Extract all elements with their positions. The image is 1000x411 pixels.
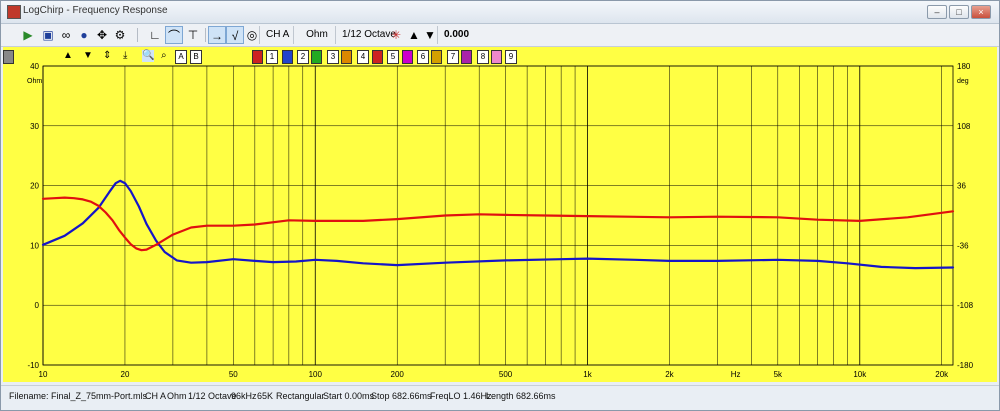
trace-button-9[interactable]: 9 — [505, 50, 517, 64]
maximize-button[interactable]: □ — [949, 5, 969, 19]
y-left-tick-label: -10 — [27, 361, 39, 370]
trace-button-6[interactable]: 6 — [417, 50, 429, 64]
title-bar: LogChirp - Frequency Response – □ × — [1, 1, 999, 24]
status-start: Start 0.00ms — [323, 391, 375, 401]
y-right-tick-label: 108 — [957, 122, 971, 131]
trace-color-swatch[interactable] — [252, 50, 263, 64]
triangle-up-icon[interactable]: ▲ — [63, 50, 73, 62]
trace-button-1[interactable]: 1 — [266, 50, 278, 64]
trace-button-7[interactable]: 7 — [447, 50, 459, 64]
app-window: LogChirp - Frequency Response – □ × ▶ ▣ … — [0, 0, 1000, 411]
trace-button-2[interactable]: 2 — [297, 50, 309, 64]
close-button[interactable]: × — [971, 5, 991, 19]
trace-button-3[interactable]: 3 — [327, 50, 339, 64]
save-icon[interactable]: ▣ — [39, 26, 57, 44]
status-bar: Filename: Final_Z_75mm-Port.mls CH A Ohm… — [1, 385, 999, 406]
x-tick-label: 10k — [853, 370, 867, 379]
y-left-tick-label: 40 — [30, 62, 39, 71]
trace-color-swatch[interactable] — [461, 50, 472, 64]
zoom-out-icon[interactable]: ⌕ — [161, 50, 167, 62]
trace-color-swatch[interactable] — [402, 50, 413, 64]
zoom-in-icon[interactable]: 🔍 — [142, 50, 155, 62]
channel-field[interactable]: CH A — [259, 26, 295, 44]
status-filename: Filename: Final_Z_75mm-Port.mls — [9, 391, 148, 401]
x-tick-label: 20k — [935, 370, 949, 379]
trace-color-swatch[interactable] — [3, 50, 14, 64]
y-right-tick-label: -108 — [957, 301, 974, 310]
app-icon — [7, 5, 21, 19]
y-right-tick-label: 36 — [957, 182, 966, 191]
trace-button-8[interactable]: 8 — [477, 50, 489, 64]
minimize-button[interactable]: – — [927, 5, 947, 19]
trace-color-swatch[interactable] — [372, 50, 383, 64]
x-tick-label: 1k — [583, 370, 592, 379]
trace-color-swatch[interactable] — [491, 50, 502, 64]
x-tick-label: 20 — [121, 370, 130, 379]
chart-panel: ▲ ▼ ⇕ ⤓ 🔍 ⌕ AB 1 2 3 4 5 6 7 8 9 -10 0 10 20 30 40 -180… — [3, 47, 997, 382]
play-icon[interactable]: ▶ — [19, 26, 37, 44]
y-left-tick-label: 0 — [35, 301, 40, 310]
y-left-axis-label: Ohm — [27, 78, 42, 85]
status-rate: 96kHz — [231, 391, 257, 401]
status-unit: Ohm — [167, 391, 187, 401]
main-toolbar: ▶ ▣ ∞ ● ✥ ⚙ ∟ ⌒ ⊤ → √ ◎ CH A Ohm 1/12 Oc… — [1, 24, 999, 47]
x-tick-label: 100 — [309, 370, 323, 379]
status-window: Rectangular — [276, 391, 325, 401]
mic-icon[interactable]: ● — [75, 26, 93, 44]
x-tick-label: 5k — [774, 370, 783, 379]
arrows-icon[interactable]: ✥ — [93, 26, 111, 44]
triangle-down-icon[interactable]: ▼ — [83, 50, 93, 62]
slope-icon[interactable]: √ — [226, 26, 244, 44]
trace-color-swatch[interactable] — [282, 50, 293, 64]
y-left-tick-label: 10 — [30, 241, 39, 250]
window-title: LogChirp - Frequency Response — [23, 5, 168, 16]
x-tick-label: 200 — [391, 370, 405, 379]
phase-icon[interactable]: ⊤ — [184, 26, 202, 44]
trace-color-swatch[interactable] — [431, 50, 442, 64]
x-tick-label: 2k — [665, 370, 674, 379]
x-tick-label: 50 — [229, 370, 238, 379]
x-tick-label: 500 — [499, 370, 513, 379]
status-smoothing: 1/12 Octave — [188, 391, 237, 401]
trace-button-b[interactable]: B — [190, 50, 202, 64]
y-right-axis-label: deg — [957, 78, 969, 85]
x-tick-label: 10 — [39, 370, 48, 379]
gear-icon[interactable]: ⚙ — [111, 26, 129, 44]
y-left-tick-label: 20 — [30, 182, 39, 191]
loop-icon[interactable]: ∞ — [57, 26, 75, 44]
x-unit-label: Hz — [731, 370, 741, 379]
series-line-2 — [41, 196, 955, 252]
unit-field[interactable]: Ohm — [293, 26, 340, 44]
y-left-tick-label: 30 — [30, 122, 39, 131]
y-right-tick-label: -36 — [957, 241, 969, 250]
status-channel: CH A — [145, 391, 167, 401]
status-length: Length 682.66ms — [486, 391, 556, 401]
y-right-tick-label: 180 — [957, 62, 971, 71]
trace-button-5[interactable]: 5 — [387, 50, 399, 64]
status-size: 65K — [257, 391, 274, 401]
trace-button-4[interactable]: 4 — [357, 50, 369, 64]
expand-icon[interactable]: ⇕ — [103, 50, 111, 62]
trace-color-swatch[interactable] — [341, 50, 352, 64]
axis-icon[interactable]: ∟ — [146, 26, 164, 44]
curve-icon[interactable]: ⌒ — [165, 26, 183, 44]
trace-button-a[interactable]: A — [175, 50, 187, 64]
status-stop: Stop 682.66ms — [371, 391, 432, 401]
star-icon[interactable]: ✳ — [387, 26, 405, 44]
y-right-tick-label: -180 — [957, 361, 974, 370]
marker-icon[interactable]: → — [208, 26, 226, 44]
series-line-1 — [41, 179, 955, 270]
status-freqlo: FreqLO 1.46Hz — [430, 391, 492, 401]
compress-icon[interactable]: ⤓ — [123, 50, 127, 62]
trace-color-swatch[interactable] — [311, 50, 322, 64]
value-field[interactable]: 0.000 — [437, 26, 475, 44]
frequency-response-chart: -10 0 10 20 30 40 -180 -108 -36 36 108 180 10 20 50 100… — [27, 62, 974, 379]
